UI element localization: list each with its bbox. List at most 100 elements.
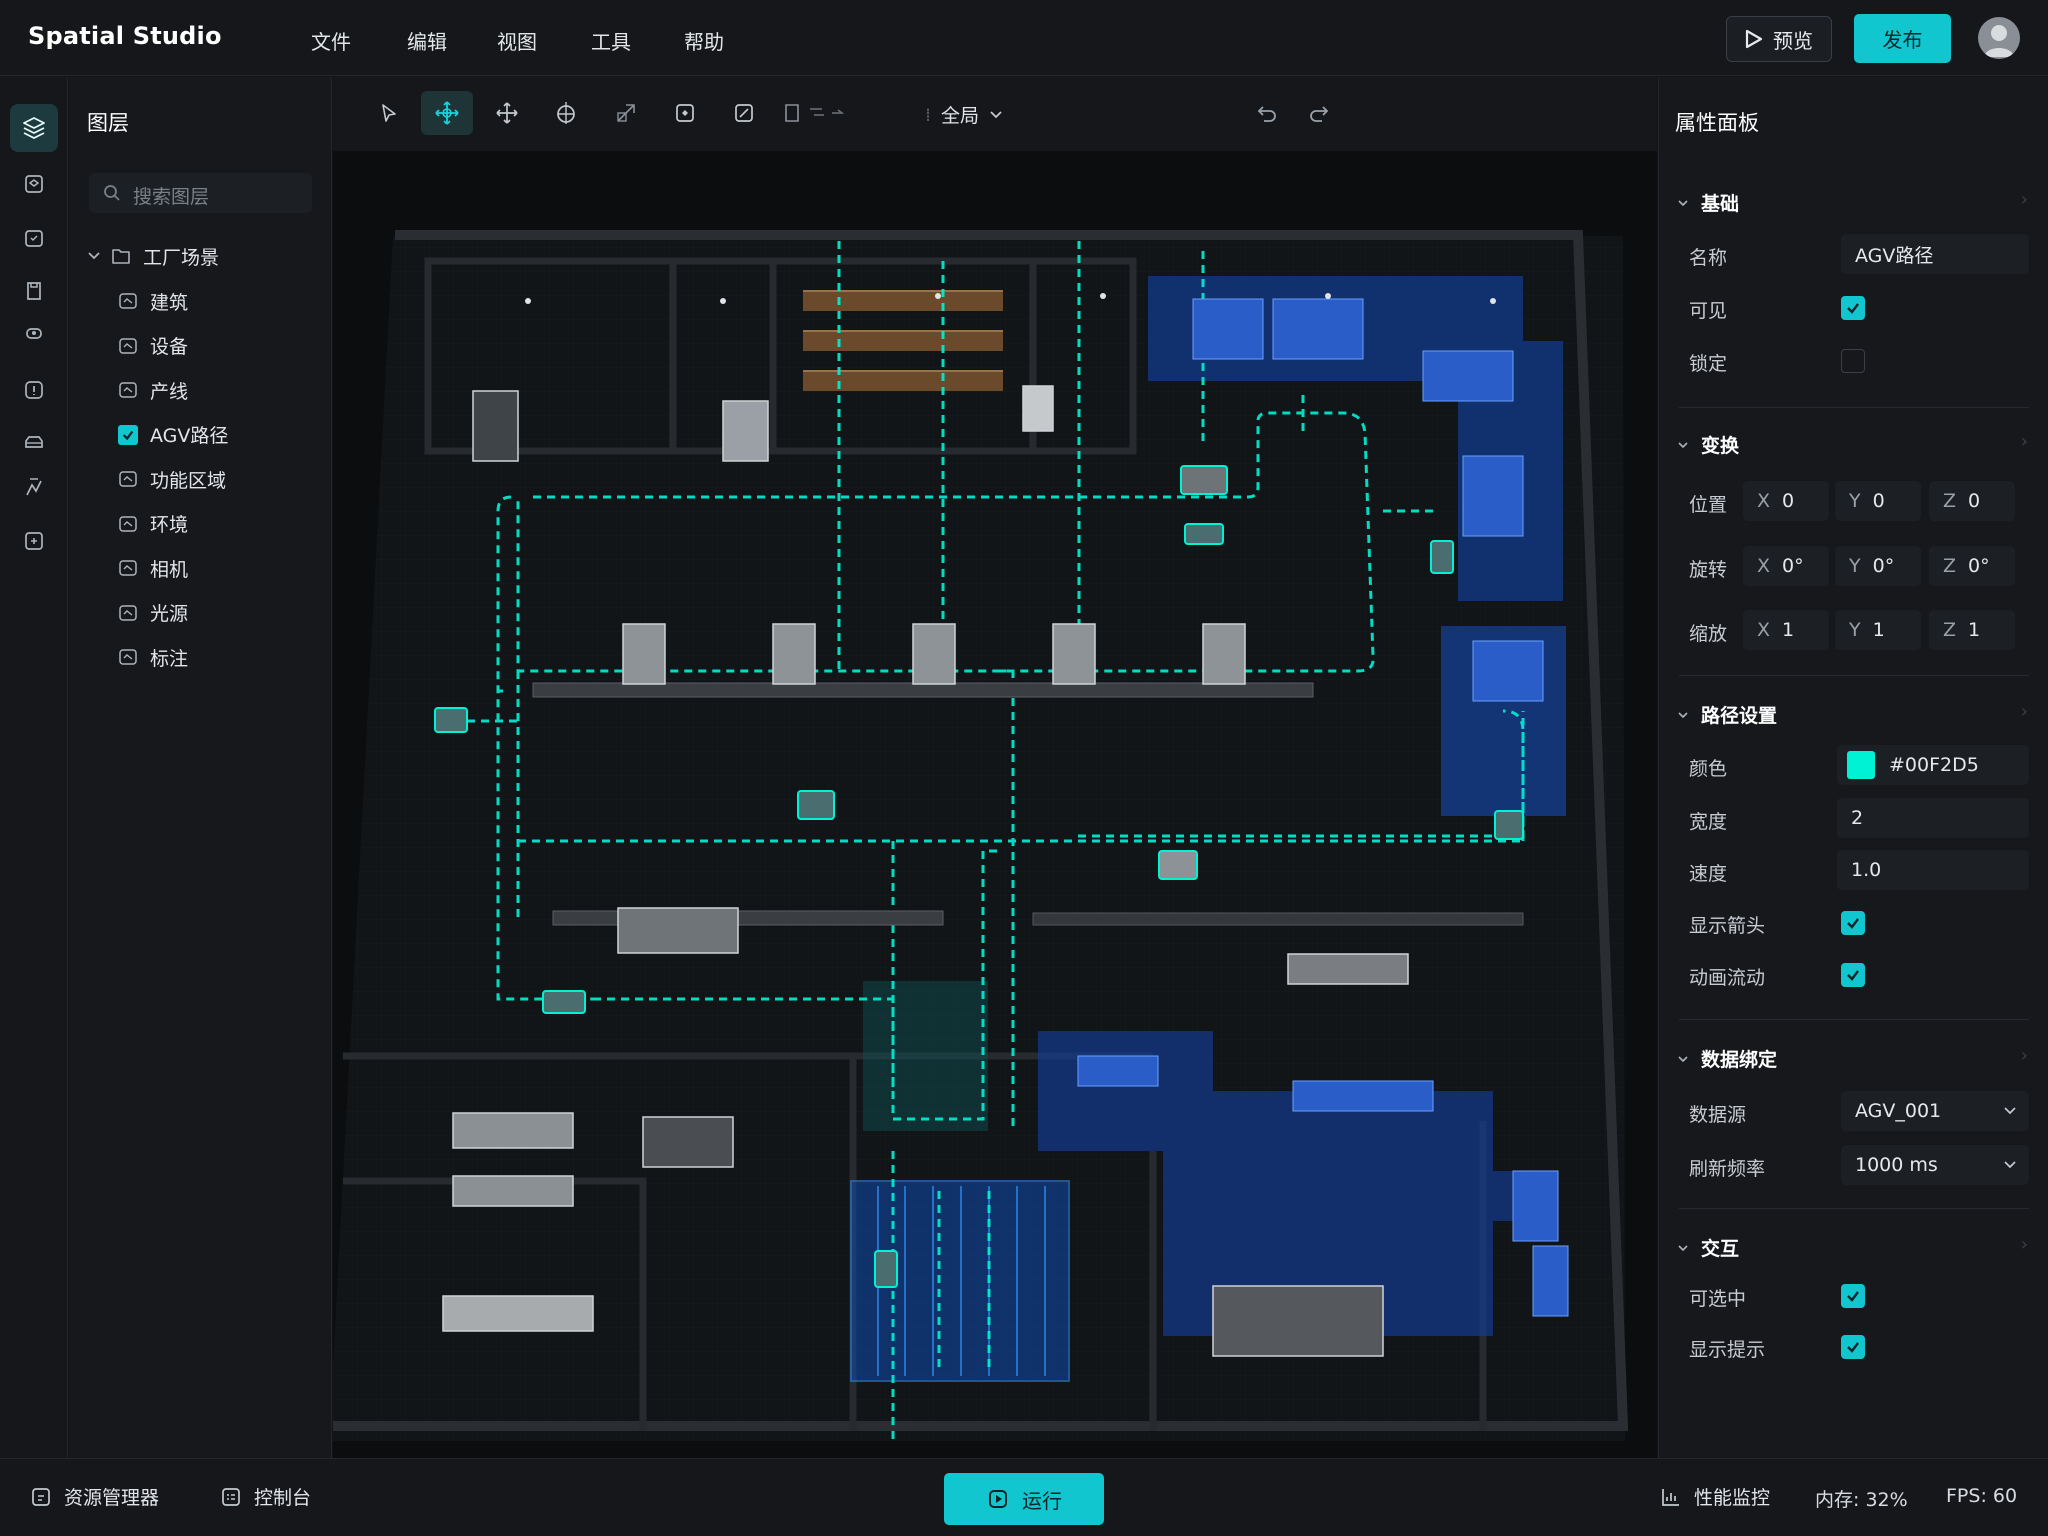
preview-button[interactable]: 预览	[1726, 16, 1832, 62]
layer-icon	[119, 515, 137, 532]
console-button[interactable]: 控制台	[220, 1483, 311, 1510]
chevron-down-icon	[990, 110, 1002, 118]
scale-x-field[interactable]: X1	[1743, 610, 1829, 650]
layer-item[interactable]: 设备	[118, 329, 188, 363]
rail-camera-button[interactable]	[10, 309, 58, 357]
position-x-field[interactable]: X0	[1743, 481, 1829, 521]
move-tool-button[interactable]	[421, 91, 473, 135]
layer-item-label: AGV路径	[150, 425, 229, 447]
flow-checkbox[interactable]	[1841, 963, 1865, 987]
rotation-y-value: 0°	[1872, 555, 1895, 577]
checkbox-checked[interactable]	[118, 424, 138, 445]
perf-monitor-button[interactable]: 性能监控	[1660, 1483, 1770, 1510]
scene-viewport[interactable]: ⁞ 全局	[333, 77, 1657, 1458]
menu-tools[interactable]: 工具	[591, 26, 631, 55]
position-z-field[interactable]: Z0	[1929, 481, 2015, 521]
translate-tool-button[interactable]	[481, 91, 533, 135]
layer-visibility-toggle[interactable]	[118, 336, 138, 356]
layer-item[interactable]: 建筑	[118, 284, 188, 318]
check-icon	[1847, 970, 1859, 981]
layer-visibility-toggle[interactable]	[118, 380, 138, 400]
rotate-tool-button[interactable]	[540, 91, 592, 135]
layer-visibility-toggle[interactable]	[118, 291, 138, 311]
snap-tool-button[interactable]	[659, 91, 711, 135]
scale-icon	[617, 104, 635, 122]
source-select[interactable]: AGV_001	[1841, 1091, 2029, 1131]
avatar[interactable]	[1978, 17, 2020, 59]
redo-button[interactable]	[1293, 91, 1345, 135]
width-field[interactable]: 2	[1837, 798, 2029, 838]
select-tool-button[interactable]	[363, 91, 415, 135]
undo-button[interactable]	[1241, 91, 1293, 135]
left-tool-rail	[0, 77, 68, 1458]
scope-select[interactable]: ⁞ 全局	[925, 101, 1003, 128]
layer-visibility-toggle[interactable]	[118, 514, 138, 534]
rail-assets-button[interactable]	[10, 160, 58, 208]
layer-item[interactable]: 相机	[118, 551, 188, 585]
align-tool-button[interactable]	[777, 91, 853, 135]
rail-script-button[interactable]	[10, 366, 58, 414]
rail-materials-button[interactable]	[10, 267, 58, 315]
menu-view[interactable]: 视图	[497, 26, 537, 55]
rail-export-button[interactable]	[10, 517, 58, 565]
rail-model-button[interactable]	[10, 214, 58, 262]
layer-search-input[interactable]: 搜索图层	[89, 173, 312, 213]
axis-z-label: Z	[1943, 490, 1957, 512]
measure-tool-button[interactable]	[718, 91, 770, 135]
arrow-checkbox[interactable]	[1841, 911, 1865, 935]
color-field[interactable]: #00F2D5	[1837, 745, 2029, 785]
layer-item[interactable]: AGV路径	[118, 418, 228, 452]
section-interaction[interactable]: 交互	[1677, 1234, 1739, 1261]
color-swatch[interactable]	[1847, 751, 1875, 779]
layer-visibility-toggle[interactable]	[118, 469, 138, 489]
axis-z-label: Z	[1943, 619, 1957, 641]
rail-analytics-button[interactable]	[10, 463, 58, 511]
tree-root-factory[interactable]: 工厂场景	[87, 239, 219, 273]
layer-item[interactable]: 环境	[118, 507, 188, 541]
section-binding[interactable]: 数据绑定	[1677, 1045, 1777, 1072]
menu-edit[interactable]: 编辑	[407, 26, 447, 55]
layer-visibility-toggle[interactable]	[118, 647, 138, 667]
rotation-x-field[interactable]: X 0°	[1743, 546, 1829, 586]
name-field[interactable]: AGV路径	[1841, 234, 2029, 274]
axis-x-label: X	[1757, 555, 1771, 577]
scale-y-field[interactable]: Y1	[1835, 610, 1921, 650]
speed-field[interactable]: 1.0	[1837, 850, 2029, 890]
layer-item[interactable]: 标注	[118, 640, 188, 674]
layer-item[interactable]: 产线	[118, 373, 188, 407]
layer-item[interactable]: 光源	[118, 596, 188, 630]
position-y-field[interactable]: Y0	[1835, 481, 1921, 521]
section-transform[interactable]: 变换	[1677, 431, 1739, 458]
layer-checkbox[interactable]	[118, 424, 138, 445]
section-basic[interactable]: 基础	[1677, 189, 1739, 216]
scale-tool-button[interactable]	[600, 91, 652, 135]
lock-checkbox[interactable]	[1841, 349, 1865, 373]
factory-scene[interactable]	[333, 151, 1657, 1458]
selectable-checkbox[interactable]	[1841, 1284, 1865, 1308]
chevron-down-icon	[88, 252, 100, 260]
app-title: Spatial Studio	[28, 22, 222, 50]
section-path[interactable]: 路径设置	[1677, 701, 1777, 728]
assets-manager-button[interactable]: 资源管理器	[30, 1483, 159, 1510]
refresh-select[interactable]: 1000 ms	[1841, 1145, 2029, 1185]
chevron-down-icon	[1678, 711, 1688, 718]
menu-help[interactable]: 帮助	[684, 26, 724, 55]
scale-z-field[interactable]: Z1	[1929, 610, 2015, 650]
visible-checkbox[interactable]	[1841, 296, 1865, 320]
layer-visibility-toggle[interactable]	[118, 558, 138, 578]
rotation-y-field[interactable]: Y 0°	[1835, 546, 1921, 586]
chevron-down-icon	[1678, 199, 1688, 206]
run-button[interactable]: 运行	[944, 1473, 1104, 1525]
check-icon	[122, 430, 134, 440]
chevron-down-icon	[2004, 1161, 2016, 1169]
layer-item[interactable]: 功能区域	[118, 462, 226, 496]
rotation-z-field[interactable]: Z 0°	[1929, 546, 2015, 586]
tooltip-checkbox[interactable]	[1841, 1335, 1865, 1359]
layer-visibility-toggle[interactable]	[118, 603, 138, 623]
vehicle-icon	[25, 436, 43, 448]
menu-file[interactable]: 文件	[311, 26, 351, 55]
rail-vehicle-button[interactable]	[10, 419, 58, 467]
rail-layers-button[interactable]	[10, 104, 58, 152]
check-icon	[1847, 1342, 1859, 1353]
publish-button[interactable]: 发布	[1854, 14, 1951, 63]
